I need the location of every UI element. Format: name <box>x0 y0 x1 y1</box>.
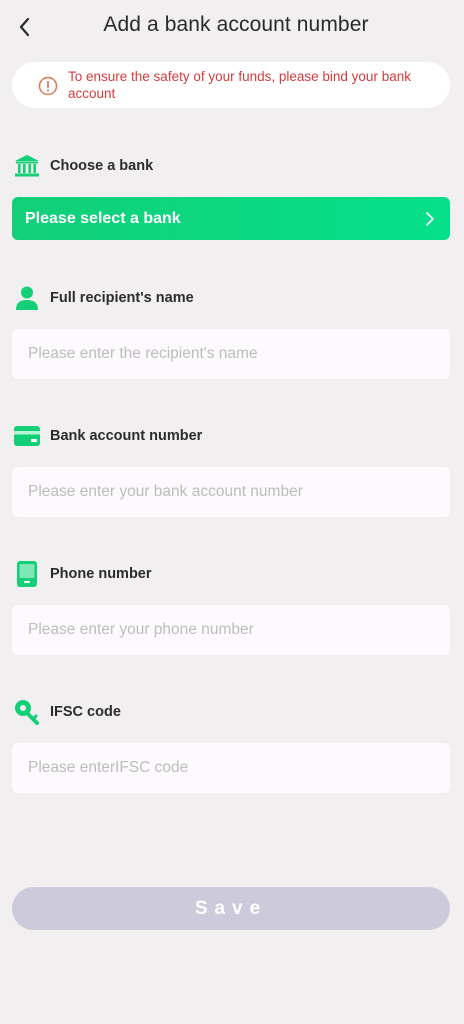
security-notice: To ensure the safety of your funds, plea… <box>12 62 450 108</box>
alert-circle-icon <box>38 76 58 96</box>
account-label-row: Bank account number <box>14 423 202 449</box>
account-label: Bank account number <box>50 428 203 444</box>
add-bank-account-page: Add a bank account number To ensure the … <box>0 0 464 1024</box>
ifsc-label: IFSC code <box>50 704 121 720</box>
phone-icon <box>14 561 40 587</box>
bank-label-row: Choose a bank <box>14 153 153 179</box>
recipient-name-input[interactable] <box>12 329 450 379</box>
phone-number-input[interactable] <box>12 605 450 655</box>
recipient-label: Full recipient's name <box>50 290 194 306</box>
bank-label: Choose a bank <box>50 158 154 174</box>
phone-label-row: Phone number <box>14 561 152 587</box>
phone-label: Phone number <box>50 566 152 582</box>
chevron-right-icon <box>426 211 434 226</box>
card-icon <box>14 423 40 449</box>
ifsc-code-input[interactable] <box>12 743 450 793</box>
save-button[interactable]: Save <box>12 887 450 930</box>
recipient-label-row: Full recipient's name <box>14 285 194 311</box>
bank-select-text: Please select a bank <box>25 209 181 227</box>
bank-icon <box>14 153 40 179</box>
key-icon <box>14 699 40 725</box>
ifsc-label-row: IFSC code <box>14 699 121 725</box>
bank-account-input[interactable] <box>12 467 450 517</box>
notice-text: To ensure the safety of your funds, plea… <box>68 69 411 101</box>
bank-select-button[interactable]: Please select a bank <box>12 197 450 240</box>
page-title: Add a bank account number <box>103 13 369 36</box>
header: Add a bank account number <box>0 0 464 54</box>
user-icon <box>14 285 40 311</box>
